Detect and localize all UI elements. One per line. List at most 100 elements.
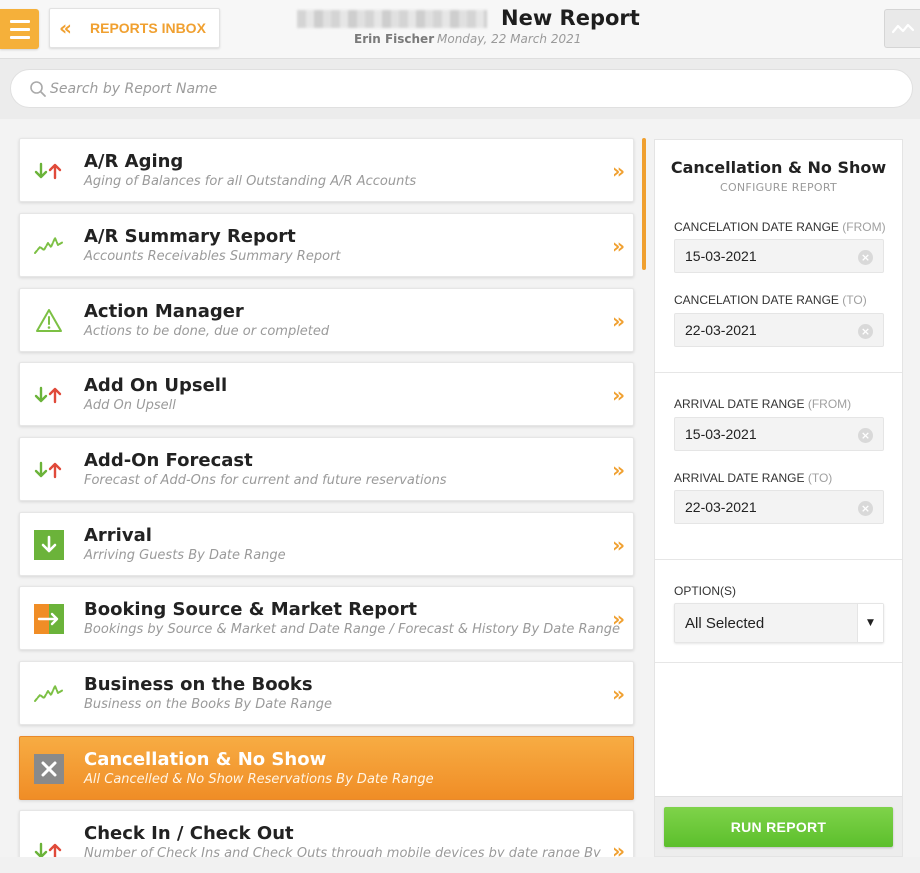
run-report-button[interactable]: RUN REPORT	[664, 807, 893, 847]
report-title: A/R Summary Report	[84, 226, 296, 247]
arrival-from-value: 15-03-2021	[685, 426, 757, 442]
double-chevron-left-icon: «	[59, 16, 72, 40]
cancel-from-label-text: CANCELATION DATE RANGE	[674, 220, 839, 234]
cancel-to-label: CANCELATION DATE RANGE (TO)	[674, 293, 867, 307]
cancel-to-field[interactable]: 22-03-2021 ×	[674, 313, 884, 347]
cancel-from-hint: (FROM)	[842, 220, 886, 234]
report-item-action-manager[interactable]: Action Manager Actions to be done, due o…	[19, 288, 634, 352]
hamburger-icon	[9, 19, 30, 23]
user-name: Erin Fischer	[354, 32, 435, 46]
arrival-to-label-text: ARRIVAL DATE RANGE	[674, 471, 805, 485]
report-item-booking-source[interactable]: Booking Source & Market Report Bookings …	[19, 586, 634, 650]
arrival-from-field[interactable]: 15-03-2021 ×	[674, 417, 884, 451]
report-title: Check In / Check Out	[84, 823, 294, 844]
cancel-from-value: 15-03-2021	[685, 248, 757, 264]
arrival-from-label-text: ARRIVAL DATE RANGE	[674, 397, 805, 411]
report-subtitle: Business on the Books By Date Range	[84, 697, 332, 712]
up-down-arrows-icon	[33, 155, 65, 187]
cancel-from-label: CANCELATION DATE RANGE (FROM)	[674, 220, 886, 234]
configure-report-panel: Cancellation & No Show CONFIGURE REPORT …	[654, 139, 903, 857]
report-title: Add On Upsell	[84, 375, 228, 396]
report-subtitle: Number of Check Ins and Check Outs throu…	[84, 846, 601, 857]
trend-line-icon	[33, 678, 65, 710]
warning-icon	[33, 305, 65, 337]
clear-icon[interactable]: ×	[858, 250, 873, 265]
up-down-arrows-icon	[33, 835, 65, 857]
double-chevron-right-icon: »	[612, 839, 625, 857]
report-item-check-in-out[interactable]: Check In / Check Out Number of Check Ins…	[19, 810, 634, 857]
report-title: Arrival	[84, 525, 152, 546]
up-down-arrows-icon	[33, 379, 65, 411]
activity-button[interactable]	[884, 9, 920, 48]
report-item-add-on-upsell[interactable]: Add On Upsell Add On Upsell »	[19, 362, 634, 426]
cancel-to-hint: (TO)	[842, 293, 867, 307]
report-title: Action Manager	[84, 301, 244, 322]
bottom-edge	[0, 857, 920, 873]
cancel-from-field[interactable]: 15-03-2021 ×	[674, 239, 884, 273]
double-chevron-right-icon: »	[612, 607, 625, 631]
report-item-arrival[interactable]: Arrival Arriving Guests By Date Range »	[19, 512, 634, 576]
arrival-to-field[interactable]: 22-03-2021 ×	[674, 490, 884, 524]
cancel-to-value: 22-03-2021	[685, 322, 757, 338]
hamburger-icon-line	[9, 35, 30, 39]
panel-title: Cancellation & No Show	[670, 158, 887, 177]
search-box	[10, 69, 913, 108]
report-subtitle: All Cancelled & No Show Reservations By …	[84, 772, 434, 787]
report-title: Booking Source & Market Report	[84, 599, 417, 620]
search-icon	[30, 80, 46, 97]
cancel-icon	[33, 753, 65, 785]
panel-subtitle: CONFIGURE REPORT	[719, 181, 838, 194]
report-item-ar-aging[interactable]: A/R Aging Aging of Balances for all Outs…	[19, 138, 634, 202]
activity-icon	[891, 23, 914, 33]
arrival-to-hint: (TO)	[807, 471, 833, 485]
report-subtitle: Forecast of Add-Ons for current and futu…	[84, 473, 447, 488]
divider	[655, 372, 902, 373]
booking-source-icon	[33, 603, 65, 635]
options-value: All Selected	[685, 615, 765, 632]
report-item-cancellation-no-show[interactable]: Cancellation & No Show All Cancelled & N…	[19, 736, 634, 800]
hamburger-icon-line	[9, 27, 30, 31]
menu-button[interactable]	[0, 9, 39, 49]
report-subtitle: Accounts Receivables Summary Report	[84, 249, 341, 264]
double-chevron-right-icon: »	[612, 234, 625, 258]
report-subtitle: Actions to be done, due or completed	[84, 324, 330, 339]
double-chevron-right-icon: »	[612, 458, 625, 482]
report-item-business-on-books[interactable]: Business on the Books Business on the Bo…	[19, 661, 634, 725]
top-bar: « REPORTS INBOX New Report Erin Fischer …	[0, 0, 920, 59]
search-input[interactable]	[50, 80, 870, 97]
double-chevron-right-icon: »	[612, 383, 625, 407]
run-report-area: RUN REPORT	[655, 796, 902, 856]
report-title: Business on the Books	[84, 674, 313, 695]
arrival-to-label: ARRIVAL DATE RANGE (TO)	[674, 471, 832, 485]
arrival-icon	[33, 529, 65, 561]
report-subtitle: Bookings by Source & Market and Date Ran…	[84, 622, 620, 637]
report-title: Cancellation & No Show	[84, 749, 327, 770]
report-subtitle: Add On Upsell	[84, 398, 176, 413]
arrival-to-value: 22-03-2021	[685, 499, 757, 515]
current-date: Monday, 22 March 2021	[437, 32, 582, 46]
options-select[interactable]: All Selected ▼	[674, 603, 884, 643]
options-label: OPTION(S)	[674, 584, 736, 598]
arrival-from-hint: (FROM)	[807, 397, 852, 411]
arrival-from-label: ARRIVAL DATE RANGE (FROM)	[674, 397, 851, 411]
clear-icon[interactable]: ×	[858, 428, 873, 443]
double-chevron-right-icon: »	[612, 309, 625, 333]
divider	[655, 662, 902, 663]
list-scrollbar[interactable]	[642, 138, 646, 270]
report-title: A/R Aging	[84, 151, 184, 172]
reports-inbox-button[interactable]: « REPORTS INBOX	[49, 8, 220, 48]
double-chevron-right-icon: »	[612, 682, 625, 706]
blurred-property-name	[297, 10, 487, 28]
double-chevron-right-icon: »	[612, 159, 625, 183]
clear-icon[interactable]: ×	[858, 324, 873, 339]
double-chevron-right-icon: »	[612, 533, 625, 557]
divider	[655, 559, 902, 560]
trend-line-icon	[33, 230, 65, 262]
report-title: Add-On Forecast	[84, 450, 253, 471]
caret-down-icon: ▼	[857, 604, 883, 642]
search-bar	[0, 59, 920, 119]
report-list: A/R Aging Aging of Balances for all Outs…	[0, 119, 645, 857]
report-item-add-on-forecast[interactable]: Add-On Forecast Forecast of Add-Ons for …	[19, 437, 634, 501]
clear-icon[interactable]: ×	[858, 501, 873, 516]
report-item-ar-summary[interactable]: A/R Summary Report Accounts Receivables …	[19, 213, 634, 277]
